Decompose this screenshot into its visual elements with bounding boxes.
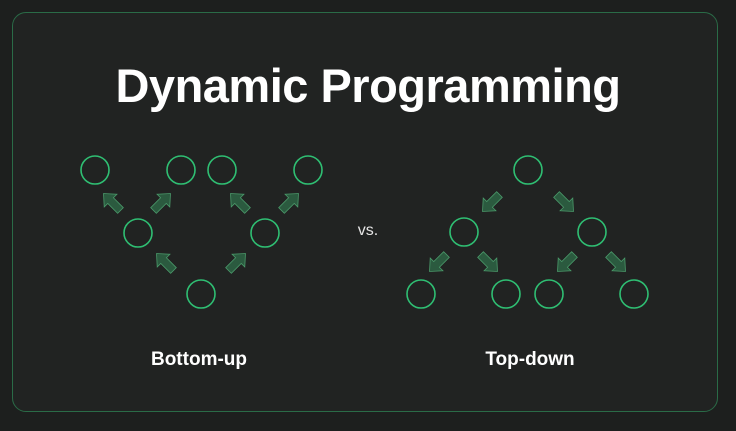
bottom-up-tree [80,155,323,309]
down-arrow-icon [429,251,450,272]
tree-node [534,279,564,309]
tree-node [406,279,436,309]
tree-node [577,217,607,247]
up-arrow-icon [230,193,251,214]
tree-node [80,155,110,185]
tree-node [123,218,153,248]
up-arrow-icon [156,253,177,274]
tree-node [491,279,521,309]
down-arrow-icon [557,251,578,272]
tree-node [293,155,323,185]
up-arrow-icon [103,193,124,214]
tree-node [186,279,216,309]
top-down-tree [406,155,649,309]
diagrams-canvas [80,155,649,309]
down-arrow-icon [477,251,498,272]
down-arrow-icon [553,191,574,212]
tree-node [166,155,196,185]
tree-node [449,217,479,247]
up-arrow-icon [225,253,246,274]
tree-node [207,155,237,185]
up-arrow-icon [278,193,299,214]
down-arrow-icon [482,191,503,212]
tree-node [619,279,649,309]
tree-node [250,218,280,248]
up-arrow-icon [150,193,171,214]
tree-node [513,155,543,185]
down-arrow-icon [605,251,626,272]
